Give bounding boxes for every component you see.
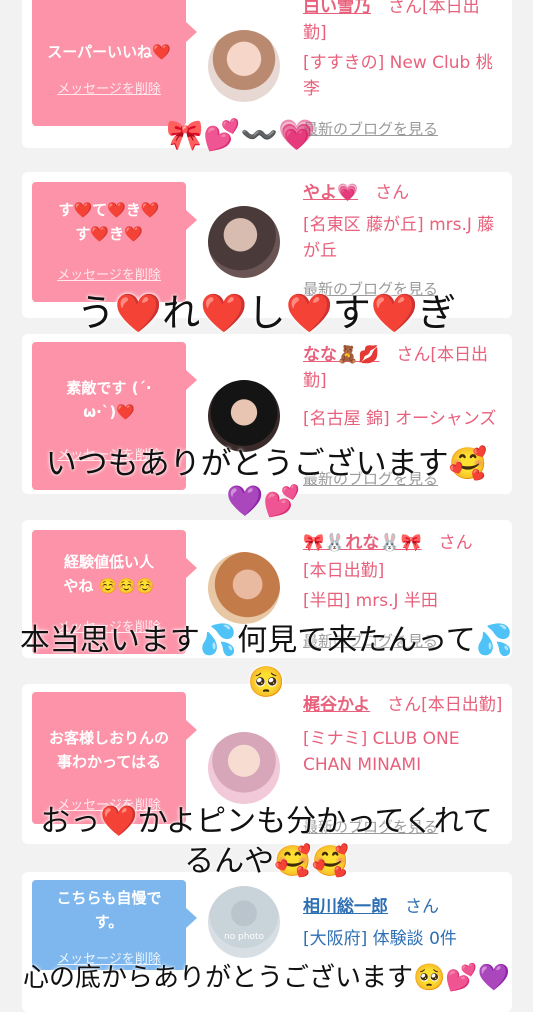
avatar[interactable] [208, 732, 280, 804]
message-feed: スーパーいいね❤️ メッセージを削除 白い雪乃 さん[本日出勤] [すすきの] … [0, 0, 533, 1012]
overlay-caption: う❤️れ❤️し❤️す❤️ぎ [76, 291, 457, 335]
avatar[interactable] [208, 380, 280, 452]
message-text: お客様しおりんの事わかってはる [48, 729, 169, 771]
profile-name-link[interactable]: やよ💗 [303, 183, 358, 203]
profile-info: やよ💗 さん [名東区 藤が丘] mrs.J 藤が丘 [303, 180, 503, 264]
profile-name-link[interactable]: なな🧸💋 [303, 345, 379, 365]
honorific: さん [438, 533, 473, 553]
message-bubble: スーパーいいね❤️ メッセージを削除 [32, 0, 197, 126]
profile-name-link[interactable]: 白い雪乃 [303, 0, 371, 17]
shop-area: [ミナミ] CLUB ONE CHAN MINAMI [303, 729, 460, 775]
shop-area: [すすきの] New Club 桃李 [303, 53, 493, 99]
profile-name-link[interactable]: 相川総一郎 [303, 897, 388, 917]
message-text: スーパーいいね❤️ [47, 43, 171, 61]
profile-info: 梶谷かよ さん[本日出勤] [ミナミ] CLUB ONE CHAN MINAMI [303, 692, 503, 778]
delete-message-link[interactable]: メッセージを削除 [32, 264, 186, 288]
profile-name-link[interactable]: 🎀🐰れな🐰🎀 [303, 533, 422, 553]
message-bubble: す❤️て❤️き❤️す❤️き❤️ メッセージを削除 [32, 182, 197, 302]
status-text: [本日出勤] [303, 561, 385, 581]
heart-decoration: 💜💕 [226, 484, 301, 519]
overlay-caption: おっ❤️かよピンも分かってくれてるんや🥰🥰 [40, 804, 493, 879]
message-text: こちらも自慢です。 [56, 889, 162, 931]
profile-info: 🎀🐰れな🐰🎀 さん [本日出勤] [半田] mrs.J 半田 [303, 530, 503, 614]
no-photo-avatar[interactable]: no photo [208, 886, 280, 958]
avatar[interactable] [208, 552, 280, 624]
shop-area: [半田] mrs.J 半田 [303, 591, 438, 611]
profile-info: 相川総一郎 さん [大阪府] 体験談 0件 [303, 894, 503, 952]
shop-area: [名古屋 錦] オーシャンズ [303, 409, 497, 429]
honorific: さん [396, 345, 431, 365]
overlay-caption: 心の底からありがとうございます🥺💕💜 [22, 963, 511, 993]
delete-message-link[interactable]: メッセージを削除 [32, 78, 186, 102]
avatar[interactable] [208, 30, 280, 102]
message-bubble: こちらも自慢です。 メッセージを削除 [32, 880, 197, 970]
avatar[interactable] [208, 206, 280, 278]
shop-area: [名東区 藤が丘] mrs.J 藤が丘 [303, 215, 495, 261]
message-text: 経験値低い人やね ☺️☺️☺️ [63, 553, 155, 595]
profile-info: 白い雪乃 さん[本日出勤] [すすきの] New Club 桃李 [303, 0, 503, 102]
shop-area: [大阪府] 体験談 0件 [303, 929, 457, 949]
blog-link[interactable]: 最新のブログを見る [303, 118, 438, 139]
overlay-caption: 本当思います💦何見て来たんって💦🥺 [19, 623, 514, 700]
heart-decoration: 🎀💕〰️💗 [166, 118, 316, 153]
honorific: さん [388, 0, 422, 17]
overlay-caption: いつもありがとうございます🥰 [45, 446, 488, 482]
honorific: さん [405, 897, 439, 917]
message-text: す❤️て❤️き❤️す❤️き❤️ [58, 201, 160, 243]
no-photo-label: no photo [223, 932, 265, 942]
honorific: さん [375, 183, 410, 203]
message-text: 素敵です (´·ω·`)❤️ [66, 379, 152, 421]
profile-info: なな🧸💋 さん[本日出勤] [名古屋 錦] オーシャンズ [303, 342, 503, 432]
